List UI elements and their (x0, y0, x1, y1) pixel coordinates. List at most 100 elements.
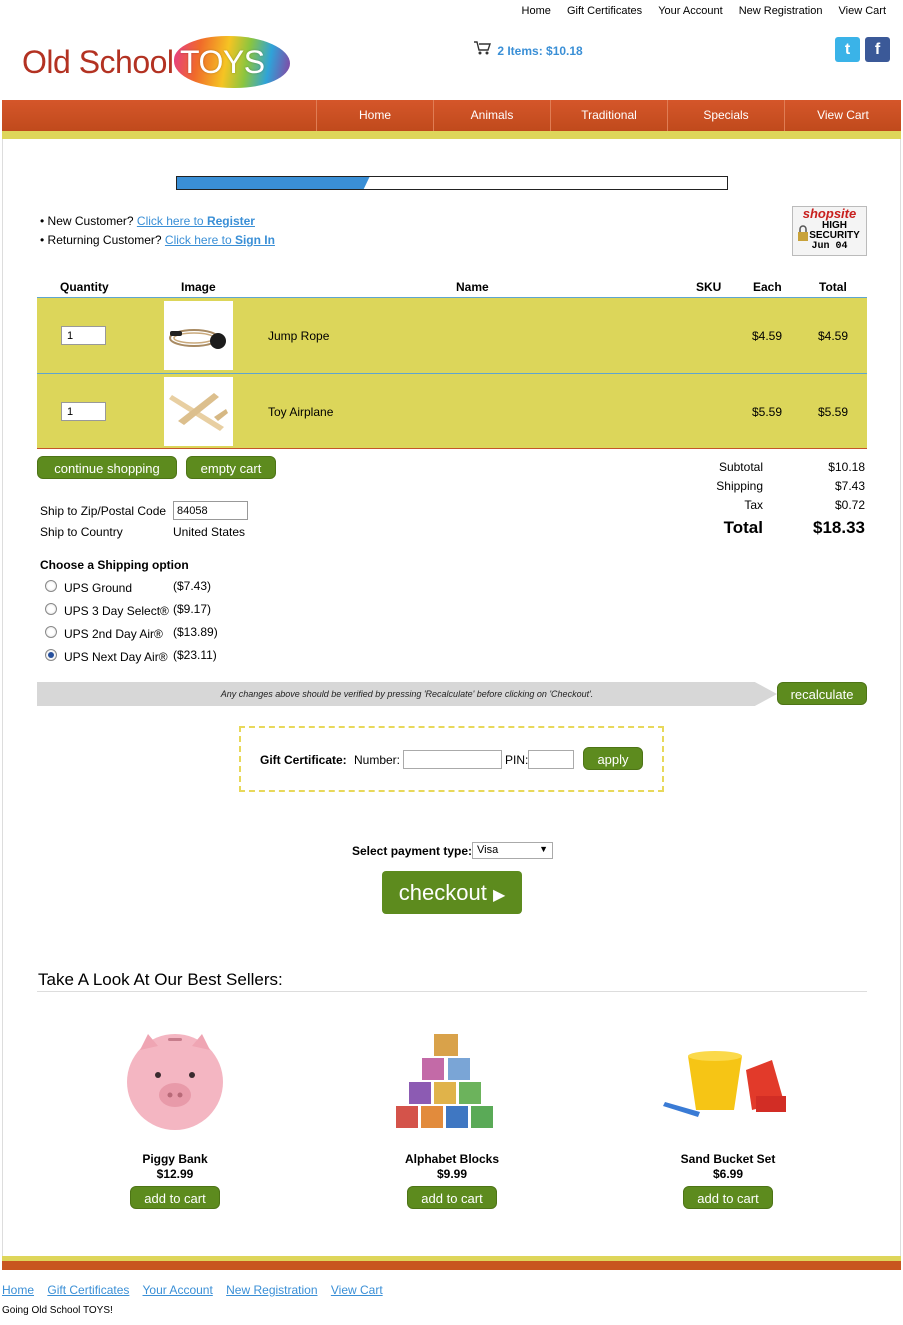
total-label: Total (723, 518, 763, 537)
security-badge[interactable]: shopsite HIGH SECURITY Jun 04 (792, 206, 867, 256)
product-name[interactable]: Piggy Bank (85, 1152, 265, 1166)
top-link-gift-certificates[interactable]: Gift Certificates (567, 5, 642, 17)
quantity-input[interactable] (61, 326, 106, 345)
col-header-sku: SKU (696, 280, 722, 294)
top-link-your-account[interactable]: Your Account (658, 5, 722, 17)
sign-in-link-bold: Sign In (234, 233, 275, 247)
product-name[interactable]: Sand Bucket Set (638, 1152, 818, 1166)
add-to-cart-button[interactable]: add to cart (683, 1186, 773, 1209)
product-name[interactable]: Alphabet Blocks (362, 1152, 542, 1166)
progress-fill (177, 177, 370, 189)
nav-home[interactable]: Home (316, 100, 433, 131)
best-sellers-title: Take A Look At Our Best Sellers: (38, 970, 283, 989)
register-link[interactable]: Click here to Register (137, 214, 255, 228)
shipping-radio-ups-ground[interactable] (45, 580, 57, 592)
product-image-jump-rope (164, 301, 233, 370)
shipping-radio-ups-2nd-day[interactable] (45, 626, 57, 638)
top-links: Home Gift Certificates Your Account New … (509, 5, 886, 17)
product-each: $4.59 (752, 329, 783, 343)
logo[interactable]: Old School TOYS (22, 36, 292, 91)
col-header-each: Each (753, 280, 782, 294)
subtotal-value: $10.18 (828, 460, 865, 474)
product-image-piggy-bank[interactable] (120, 1020, 230, 1140)
shipping-radio-ups-3-day[interactable] (45, 603, 57, 615)
zip-input[interactable] (173, 501, 248, 520)
shipping-radio-ups-next-day[interactable] (45, 649, 57, 661)
gift-certificate-box: Gift Certificate: Number: PIN: apply (239, 726, 664, 792)
gift-pin-label: PIN: (505, 753, 529, 767)
footer-link-home[interactable]: Home (2, 1283, 34, 1297)
twitter-icon[interactable]: t (835, 37, 860, 62)
zip-label: Ship to Zip/Postal Code (40, 504, 167, 518)
product-image-sand-bucket-set[interactable] (660, 1040, 800, 1130)
top-link-home[interactable]: Home (522, 5, 551, 17)
new-customer-line: • New Customer? Click here to Register (40, 214, 255, 228)
payment-type-value: Visa (477, 844, 499, 856)
nav-specials[interactable]: Specials (667, 100, 784, 131)
country-value: United States (173, 525, 246, 539)
checkout-button[interactable]: checkout ▶ (382, 871, 522, 914)
col-header-name: Name (456, 280, 489, 294)
total-value: $18.33 (813, 518, 865, 537)
product-each: $5.59 (752, 405, 783, 419)
top-link-new-registration[interactable]: New Registration (739, 5, 823, 17)
quantity-input[interactable] (61, 402, 106, 421)
product-price: $6.99 (712, 1167, 744, 1181)
badge-brand: shopsite (802, 206, 857, 221)
register-link-bold: Register (206, 214, 255, 228)
footer-link-your-account[interactable]: Your Account (143, 1283, 213, 1297)
logo-text-old-school: Old School (22, 44, 174, 80)
top-link-view-cart[interactable]: View Cart (839, 5, 886, 17)
shipping-option-price: ($23.11) (173, 648, 217, 662)
nav-view-cart[interactable]: View Cart (784, 100, 901, 131)
payment-type-select[interactable]: Visa ▼ (472, 842, 553, 859)
gift-certificate-label: Gift Certificate: (260, 753, 347, 767)
continue-shopping-button[interactable]: continue shopping (37, 456, 177, 479)
gift-number-label: Number: (354, 753, 401, 767)
empty-cart-button[interactable]: empty cart (186, 456, 276, 479)
table-row (37, 373, 867, 449)
country-label: Ship to Country (40, 525, 123, 539)
product-price: $12.99 (156, 1167, 194, 1181)
facebook-icon[interactable]: f (865, 37, 890, 62)
main-nav: Home Animals Traditional Specials View C… (316, 100, 901, 131)
register-link-text: Click here to (136, 214, 207, 228)
table-row (37, 297, 867, 373)
footer-bar (2, 1261, 901, 1270)
returning-customer-label: • Returning Customer? (40, 233, 165, 247)
payment-type-label: Select payment type: (352, 844, 473, 858)
sign-in-link[interactable]: Click here to Sign In (165, 233, 275, 247)
apply-button[interactable]: apply (583, 747, 643, 770)
add-to-cart-button[interactable]: add to cart (130, 1186, 220, 1209)
footer-link-gift-certificates[interactable]: Gift Certificates (47, 1283, 129, 1297)
nav-animals[interactable]: Animals (433, 100, 550, 131)
product-name: Jump Rope (268, 329, 330, 343)
footer-link-view-cart[interactable]: View Cart (331, 1283, 383, 1297)
cart-icon (474, 41, 494, 58)
product-image-alphabet-blocks[interactable] (382, 1030, 512, 1130)
tax-label: Tax (744, 498, 763, 512)
nav-traditional[interactable]: Traditional (550, 100, 667, 131)
logo-text-toys: TOYS (180, 44, 265, 80)
checkout-progress-bar (176, 176, 728, 190)
shipping-option-label: UPS 3 Day Select® (64, 604, 169, 618)
shipping-option-price: ($7.43) (173, 579, 212, 593)
shipping-value: $7.43 (834, 479, 865, 493)
nav-accent-strip (2, 131, 901, 139)
sign-in-link-text: Click here to (164, 233, 235, 247)
col-header-image: Image (181, 280, 216, 294)
product-name: Toy Airplane (268, 405, 334, 419)
product-total: $4.59 (818, 329, 849, 343)
footer-links: Home Gift Certificates Your Account New … (2, 1283, 393, 1297)
footer-link-new-registration[interactable]: New Registration (226, 1283, 317, 1297)
cart-summary[interactable]: 2 Items: $10.18 (474, 41, 583, 58)
add-to-cart-button[interactable]: add to cart (407, 1186, 497, 1209)
shipping-label: Shipping (716, 479, 763, 493)
recalculate-notice: Any changes above should be verified by … (37, 682, 777, 706)
gift-number-input[interactable] (403, 750, 502, 769)
recalculate-button[interactable]: recalculate (777, 682, 867, 705)
chevron-down-icon: ▼ (539, 844, 548, 854)
gift-pin-input[interactable] (528, 750, 574, 769)
shipping-option-label: UPS 2nd Day Air® (64, 627, 163, 641)
product-price: $9.99 (436, 1167, 468, 1181)
